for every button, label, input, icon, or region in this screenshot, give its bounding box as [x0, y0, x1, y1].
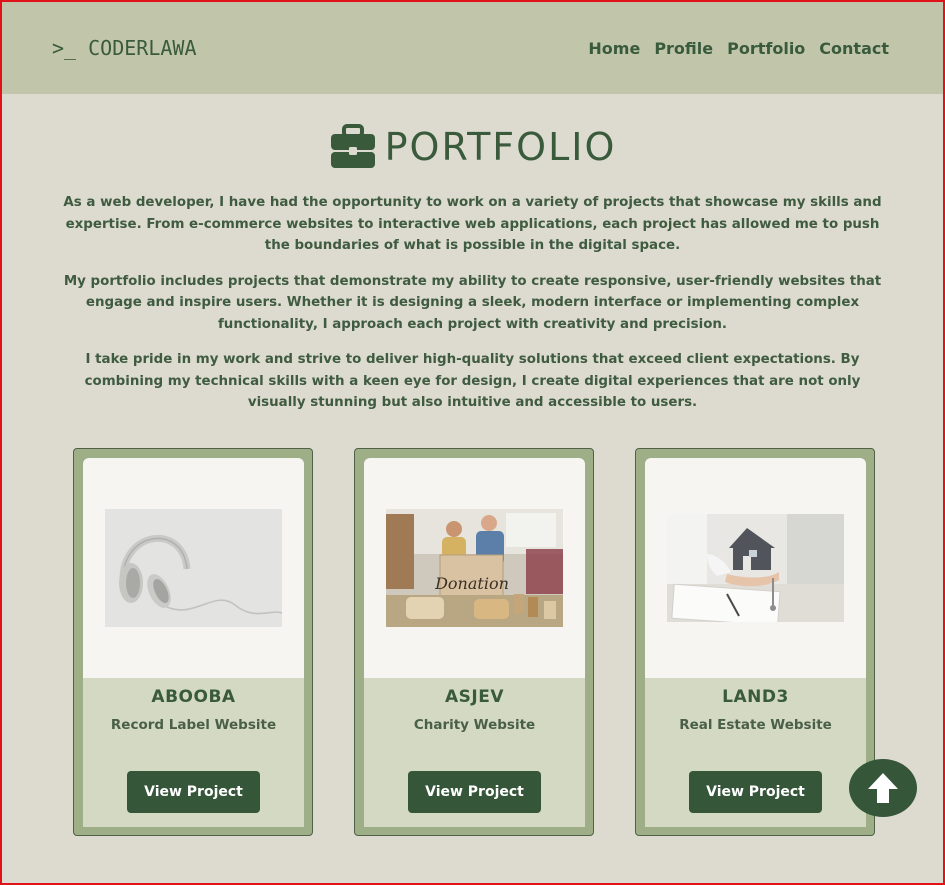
project-name: LAND3: [722, 687, 789, 707]
site-header: >_ CODERLAWA Home Profile Portfolio Cont…: [2, 2, 943, 94]
nav-home-link[interactable]: Home: [588, 39, 640, 58]
page-title-row: PORTFOLIO: [2, 124, 943, 170]
page-title: PORTFOLIO: [384, 125, 617, 169]
project-description: Record Label Website: [110, 717, 277, 733]
view-project-button[interactable]: View Project: [127, 771, 260, 813]
portfolio-intro: As a web developer, I have had the oppor…: [58, 192, 888, 414]
project-card-inner: ABOOBA Record Label Website View Project: [83, 458, 304, 827]
project-image-area: [83, 458, 304, 678]
project-card-body: ABOOBA Record Label Website View Project: [83, 678, 304, 827]
project-name: ABOOBA: [151, 687, 236, 707]
project-card-inner: Donation ASJEV Charity Website View Proj…: [364, 458, 585, 827]
svg-text:Donation: Donation: [434, 574, 509, 593]
project-card: ABOOBA Record Label Website View Project: [73, 448, 313, 836]
nav-portfolio-link[interactable]: Portfolio: [727, 39, 805, 58]
project-image-area: [645, 458, 866, 678]
project-description: Real Estate Website: [679, 717, 832, 733]
project-card: LAND3 Real Estate Website View Project: [635, 448, 875, 836]
main-nav: Home Profile Portfolio Contact: [588, 39, 889, 58]
project-card-inner: LAND3 Real Estate Website View Project: [645, 458, 866, 827]
donation-image: Donation: [386, 509, 563, 627]
nav-contact-link[interactable]: Contact: [819, 39, 889, 58]
view-project-button[interactable]: View Project: [689, 771, 822, 813]
project-cards: ABOOBA Record Label Website View Project: [73, 448, 875, 836]
house-keys-image: [667, 514, 844, 622]
project-name: ASJEV: [445, 687, 504, 707]
arrow-up-icon: [868, 773, 898, 803]
project-card-body: LAND3 Real Estate Website View Project: [645, 678, 866, 827]
scroll-to-top-button[interactable]: [849, 759, 917, 817]
nav-profile-link[interactable]: Profile: [654, 39, 713, 58]
project-description: Charity Website: [413, 717, 536, 733]
view-project-button[interactable]: View Project: [408, 771, 541, 813]
intro-paragraph: As a web developer, I have had the oppor…: [63, 195, 882, 253]
site-logo[interactable]: >_ CODERLAWA: [52, 36, 197, 60]
project-card-body: ASJEV Charity Website View Project: [364, 678, 585, 827]
intro-paragraph: I take pride in my work and strive to de…: [84, 352, 861, 410]
project-image-area: Donation: [364, 458, 585, 678]
project-card: Donation ASJEV Charity Website View Proj…: [354, 448, 594, 836]
intro-paragraph: My portfolio includes projects that demo…: [63, 273, 882, 332]
headphones-image: [105, 509, 282, 627]
briefcase-icon: [330, 124, 375, 168]
